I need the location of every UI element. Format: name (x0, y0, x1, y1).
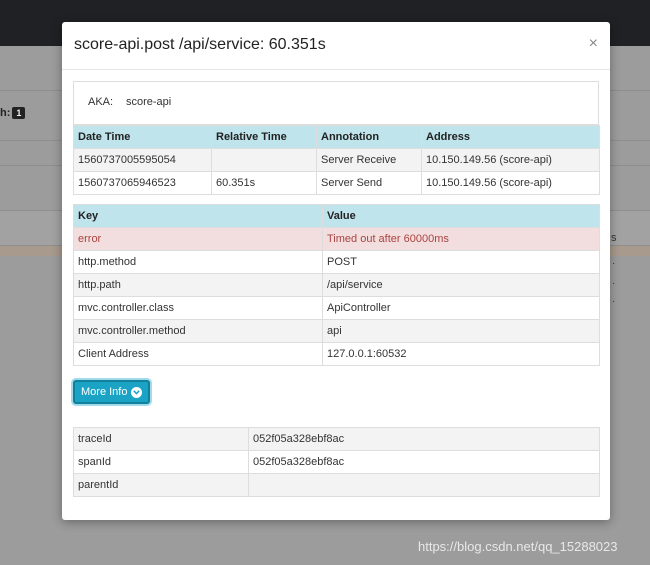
tag-key: http.path (73, 273, 323, 297)
bg-depth-label: h: 1 (0, 107, 26, 119)
annotations-table: Date Time Relative Time Annotation Addre… (73, 125, 600, 195)
table-row: spanId 052f05a328ebf8ac (73, 450, 600, 474)
table-row: http.method POST (73, 250, 600, 274)
annotation-name: Server Receive (316, 148, 422, 172)
annotation-address: 10.150.149.56 (score-api) (421, 148, 600, 172)
tag-key: error (73, 227, 323, 251)
annotation-relative-time: 60.351s (211, 171, 317, 195)
id-value: 052f05a328ebf8ac (248, 427, 600, 451)
id-value: 052f05a328ebf8ac (248, 450, 600, 474)
bg-dot: · (612, 296, 616, 307)
more-info-label: More Info (81, 386, 128, 398)
table-row: error Timed out after 60000ms (73, 227, 600, 251)
ids-table: traceId 052f05a328ebf8ac spanId 052f05a3… (73, 427, 600, 497)
id-value (248, 473, 600, 497)
column-header: Key (73, 204, 323, 228)
table-row: mvc.controller.method api (73, 319, 600, 343)
modal-header: score-api.post /api/service: 60.351s × (62, 22, 610, 70)
id-key: parentId (73, 473, 249, 497)
annotation-date-time: 1560737065946523 (73, 171, 212, 195)
more-info-button[interactable]: More Info (73, 380, 151, 404)
modal-body: AKA: score-api Date Time Relative Time A… (73, 81, 600, 497)
chevron-down-icon (131, 386, 143, 398)
span-detail-modal: score-api.post /api/service: 60.351s × A… (62, 22, 610, 520)
table-row: mvc.controller.class ApiController (73, 296, 600, 320)
watermark: https://blog.csdn.net/qq_15288023 (418, 539, 618, 554)
aka-box: AKA: score-api (73, 81, 599, 125)
column-header: Address (421, 125, 600, 149)
id-key: spanId (73, 450, 249, 474)
annotation-relative-time (211, 148, 317, 172)
bg-dot: · (612, 258, 616, 269)
table-row: http.path /api/service (73, 273, 600, 297)
tag-key: mvc.controller.class (73, 296, 323, 320)
column-header: Value (322, 204, 600, 228)
table-row: parentId (73, 473, 600, 497)
tag-value: Timed out after 60000ms (322, 227, 600, 251)
table-row: traceId 052f05a328ebf8ac (73, 427, 600, 451)
id-key: traceId (73, 427, 249, 451)
table-row: Client Address 127.0.0.1:60532 (73, 342, 600, 366)
tag-key: mvc.controller.method (73, 319, 323, 343)
close-icon[interactable]: × (589, 35, 598, 53)
tag-key: http.method (73, 250, 323, 274)
annotation-address: 10.150.149.56 (score-api) (421, 171, 600, 195)
tag-value: /api/service (322, 273, 600, 297)
annotation-date-time: 1560737005595054 (73, 148, 212, 172)
tags-table: Key Value error Timed out after 60000ms … (73, 204, 600, 366)
bg-right-text: s (611, 232, 617, 244)
column-header: Date Time (73, 125, 212, 149)
bg-badge: 1 (12, 107, 26, 119)
annotation-name: Server Send (316, 171, 422, 195)
aka-label: AKA: (88, 96, 114, 108)
tag-key: Client Address (73, 342, 323, 366)
table-row: 1560737065946523 60.351s Server Send 10.… (73, 171, 600, 195)
table-header-row: Key Value (73, 204, 600, 228)
tag-value: POST (322, 250, 600, 274)
column-header: Annotation (316, 125, 422, 149)
tag-value: api (322, 319, 600, 343)
aka-value: score-api (126, 96, 172, 108)
bg-dot: · (612, 278, 616, 289)
tag-value: ApiController (322, 296, 600, 320)
table-header-row: Date Time Relative Time Annotation Addre… (73, 125, 600, 149)
modal-title: score-api.post /api/service: 60.351s (74, 36, 326, 53)
column-header: Relative Time (211, 125, 317, 149)
table-row: 1560737005595054 Server Receive 10.150.1… (73, 148, 600, 172)
tag-value: 127.0.0.1:60532 (322, 342, 600, 366)
